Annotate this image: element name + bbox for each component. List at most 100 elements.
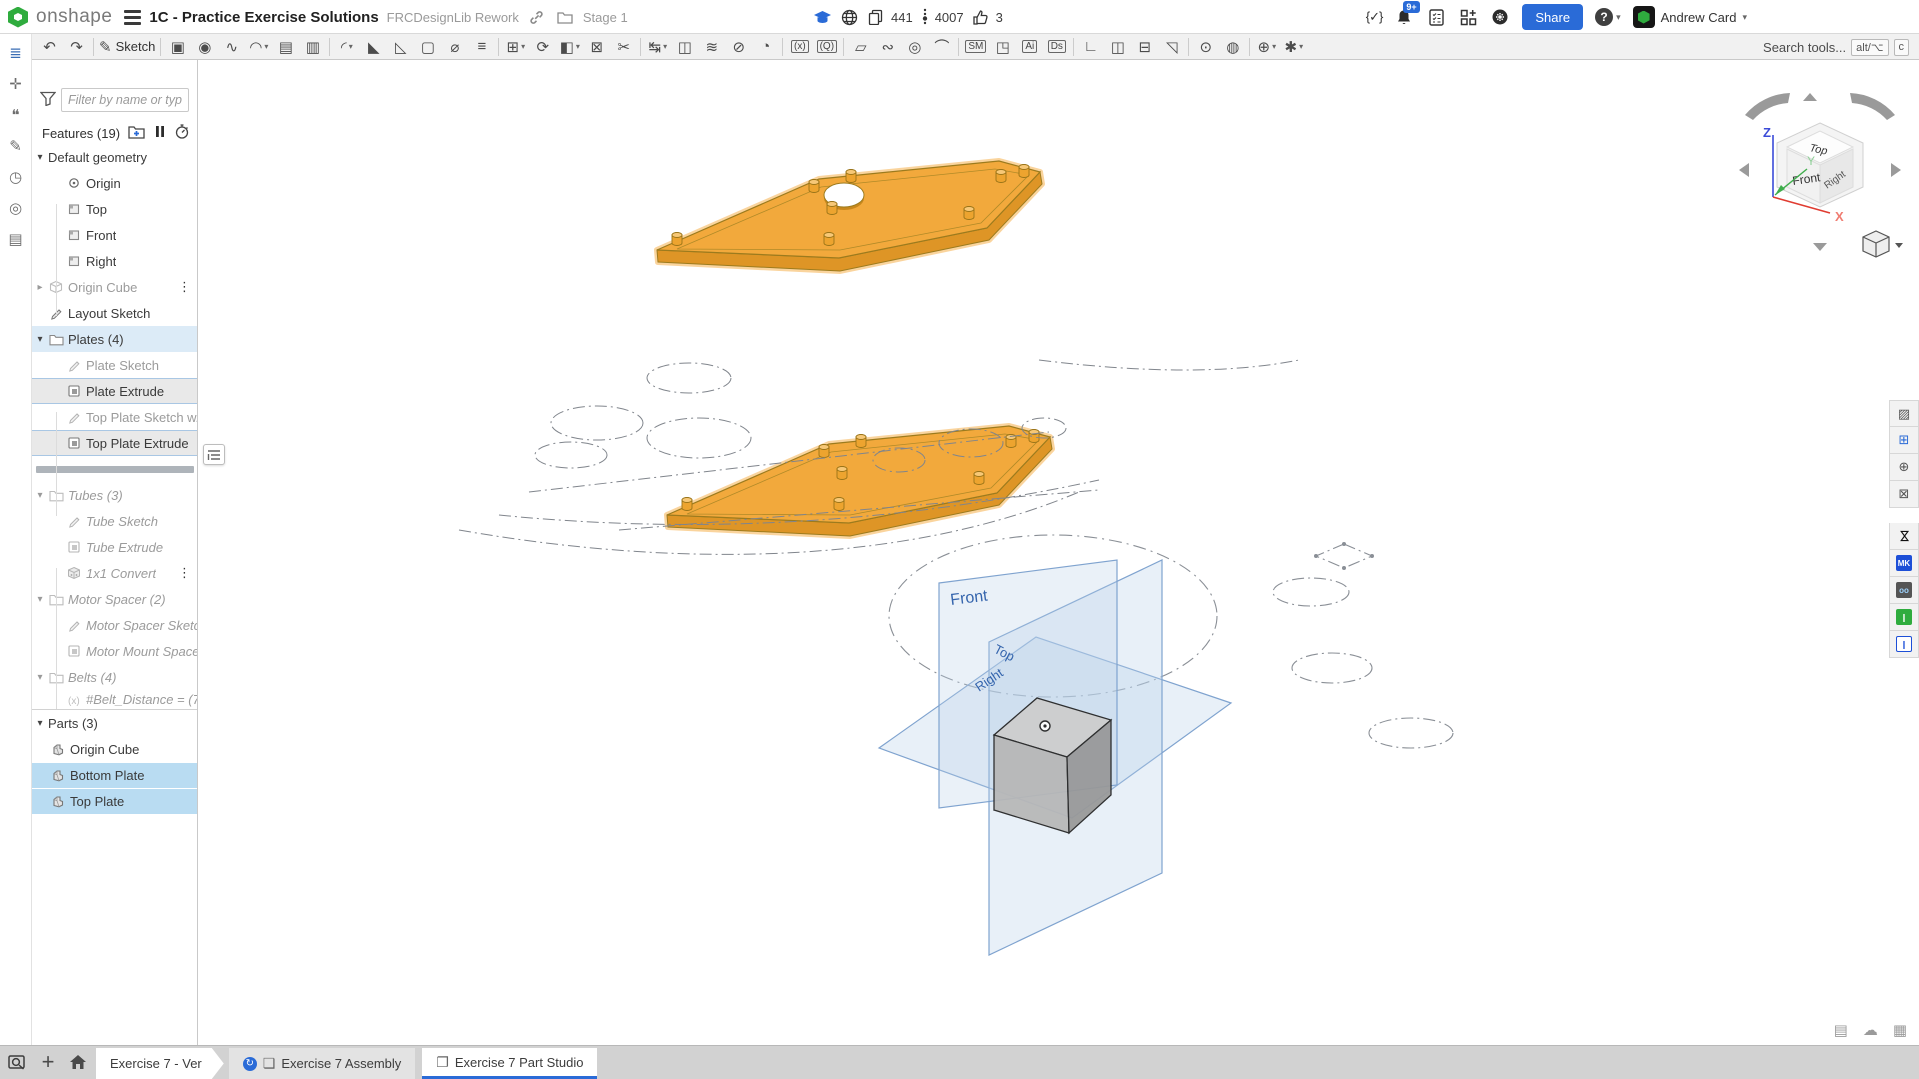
feature-tube-extrude[interactable]: Tube Extrude <box>32 534 197 560</box>
helix-icon[interactable]: ∾ <box>874 35 901 59</box>
linear-pattern-icon[interactable]: ⊞▾ <box>502 35 529 59</box>
feature-filter-input[interactable] <box>61 88 189 112</box>
expand-chevron-icon[interactable]: ▾ <box>32 152 48 163</box>
mirror-caret-icon[interactable]: ▾ <box>576 42 580 51</box>
trim-icon[interactable]: ⊟ <box>1131 35 1158 59</box>
frame-icon[interactable]: ◫ <box>1104 35 1131 59</box>
sketch-circles-right[interactable] <box>1273 542 1453 748</box>
apps-grid-icon[interactable] <box>1458 7 1478 27</box>
rollback-bar[interactable] <box>36 466 194 473</box>
render-studio-icon[interactable]: ▨ <box>1889 400 1919 427</box>
insert-feature-icon[interactable]: ⊕▾ <box>1253 35 1280 59</box>
fillet-icon[interactable]: ◜▾ <box>333 35 360 59</box>
draft-icon[interactable]: ◺ <box>387 35 414 59</box>
boolean-icon[interactable]: ⊠ <box>583 35 610 59</box>
linear-pattern-caret-icon[interactable]: ▾ <box>521 42 525 51</box>
loft-icon[interactable]: ◠▾ <box>245 35 272 59</box>
sheet-metal-icon[interactable]: SM <box>962 35 989 59</box>
move-face-icon[interactable]: ◫ <box>671 35 698 59</box>
search-tools[interactable]: Search tools... alt/⌥ c <box>1763 34 1909 60</box>
move-tool-icon[interactable]: ✛ <box>5 73 27 95</box>
shell-icon[interactable]: ▢ <box>414 35 441 59</box>
insert-feature-caret-icon[interactable]: ▾ <box>1272 42 1276 51</box>
document-title[interactable]: 1C - Practice Exercise Solutions <box>149 9 378 26</box>
blue-book-app-icon[interactable]: ❙ <box>1889 631 1919 658</box>
link-icon[interactable] <box>527 7 547 27</box>
search-tools-label[interactable]: Search tools... <box>1763 40 1846 55</box>
view-grid-icon[interactable]: ▦ <box>1893 1021 1907 1039</box>
history-icon[interactable]: ◷ <box>5 166 27 188</box>
capture-thumbnail-icon[interactable] <box>6 1050 30 1074</box>
notifications-bell-icon[interactable]: 9+ <box>1394 7 1414 27</box>
delete-face-icon[interactable]: ⊘ <box>725 35 752 59</box>
user-name[interactable]: Andrew Card <box>1661 10 1737 25</box>
export-tool-icon[interactable]: ⊠ <box>1889 481 1919 508</box>
main-menu-icon[interactable] <box>124 10 141 25</box>
analysis-icon[interactable]: ⊙ <box>1192 35 1219 59</box>
sketch-icon[interactable]: ✎Sketch <box>97 35 157 59</box>
add-tab-button[interactable]: + <box>36 1050 60 1074</box>
part-bottom-plate[interactable]: Bottom Plate <box>32 762 197 788</box>
cloud-status-icon[interactable]: ☁ <box>1863 1021 1878 1039</box>
expand-chevron-icon[interactable]: ▾ <box>32 334 48 345</box>
home-tab-button[interactable] <box>66 1050 90 1074</box>
followers-icon[interactable] <box>920 7 930 27</box>
modify-fillet-icon[interactable]: ◔ <box>752 35 779 59</box>
tab-exercise-7-assembly[interactable]: ↻❏Exercise 7 Assembly <box>229 1048 416 1079</box>
help-button[interactable]: ? <box>1595 8 1613 26</box>
part-top-plate[interactable]: Top Plate <box>32 788 197 814</box>
feature-origin[interactable]: Origin <box>32 170 197 196</box>
feature-list-toggle-icon[interactable]: ≣ <box>5 42 27 64</box>
butterfly-app-icon[interactable]: ⋈ <box>1889 523 1919 550</box>
graphics-viewport[interactable]: Front Top Right Top Front Right Z <box>199 60 1919 1045</box>
green-book-app-icon[interactable]: ❙ <box>1889 604 1919 631</box>
expand-chevron-icon[interactable]: ▾ <box>32 718 48 729</box>
expand-chevron-icon[interactable]: ▾ <box>32 594 48 605</box>
feature-plates-4[interactable]: ▾Plates (4) <box>32 326 197 352</box>
appearance-icon[interactable]: ◍ <box>1219 35 1246 59</box>
user-avatar[interactable] <box>1633 6 1655 28</box>
view-cube[interactable]: Top Front Right Z X Y <box>1735 85 1905 270</box>
assistant-icon[interactable]: ✱▾ <box>1280 35 1307 59</box>
variable-icon[interactable]: (x) <box>786 35 813 59</box>
thicken-icon[interactable]: ▤ <box>272 35 299 59</box>
extrude-icon[interactable]: ▣ <box>164 35 191 59</box>
plane-icon[interactable]: ▱ <box>847 35 874 59</box>
document-panel-icon[interactable]: ▤ <box>5 228 27 250</box>
variable-studio-icon[interactable]: (Q) <box>813 35 840 59</box>
featurescript-check-icon[interactable]: {✓} <box>1366 9 1383 25</box>
mirror-icon[interactable]: ◧▾ <box>556 35 583 59</box>
fillet-caret-icon[interactable]: ▾ <box>349 42 353 51</box>
search-parts-icon[interactable]: ◎ <box>5 197 27 219</box>
view-cube-body[interactable]: Top Front Right <box>1777 123 1863 207</box>
sweep-icon[interactable]: ∿ <box>218 35 245 59</box>
tasks-list-icon[interactable] <box>1426 7 1446 27</box>
tab-exercise-7-ver[interactable]: Exercise 7 - Ver <box>96 1048 224 1079</box>
expand-chevron-icon[interactable]: ▾ <box>32 672 48 683</box>
enclose-icon[interactable]: ▥ <box>299 35 326 59</box>
redo-icon[interactable]: ↷ <box>63 35 90 59</box>
feature-plate-extrude[interactable]: Plate Extrude <box>32 378 197 404</box>
expand-chevron-icon[interactable]: ▸ <box>32 282 48 293</box>
user-menu-caret-icon[interactable]: ▾ <box>1742 12 1747 23</box>
likes-icon[interactable] <box>971 7 991 27</box>
loft-caret-icon[interactable]: ▾ <box>264 42 268 51</box>
hole-icon[interactable]: ⌀ <box>441 35 468 59</box>
top-plate-part[interactable] <box>657 161 1042 271</box>
ai-advisor-icon[interactable]: Ai <box>1016 35 1043 59</box>
split-icon[interactable]: ✂ <box>610 35 637 59</box>
parts-header-row[interactable]: ▾Parts (3) <box>32 710 197 736</box>
feature-default-geometry[interactable]: ▾Default geometry <box>32 144 197 170</box>
model-canvas[interactable]: Front Top Right <box>199 60 1919 1045</box>
comments-icon[interactable]: ❝ <box>5 104 27 126</box>
cad-import-icon[interactable]: ⊕ <box>1889 454 1919 481</box>
flange-icon[interactable]: ◳ <box>989 35 1016 59</box>
gusset-icon[interactable]: ◹ <box>1158 35 1185 59</box>
revolve-icon[interactable]: ◉ <box>191 35 218 59</box>
transform-icon[interactable]: ↹▾ <box>644 35 671 59</box>
help-caret-icon[interactable]: ▾ <box>1616 12 1621 23</box>
edit-notes-icon[interactable]: ✎ <box>5 135 27 157</box>
learning-center-icon[interactable] <box>1490 7 1510 27</box>
chamfer-icon[interactable]: ◣ <box>360 35 387 59</box>
bottom-plate-part[interactable] <box>667 426 1052 536</box>
